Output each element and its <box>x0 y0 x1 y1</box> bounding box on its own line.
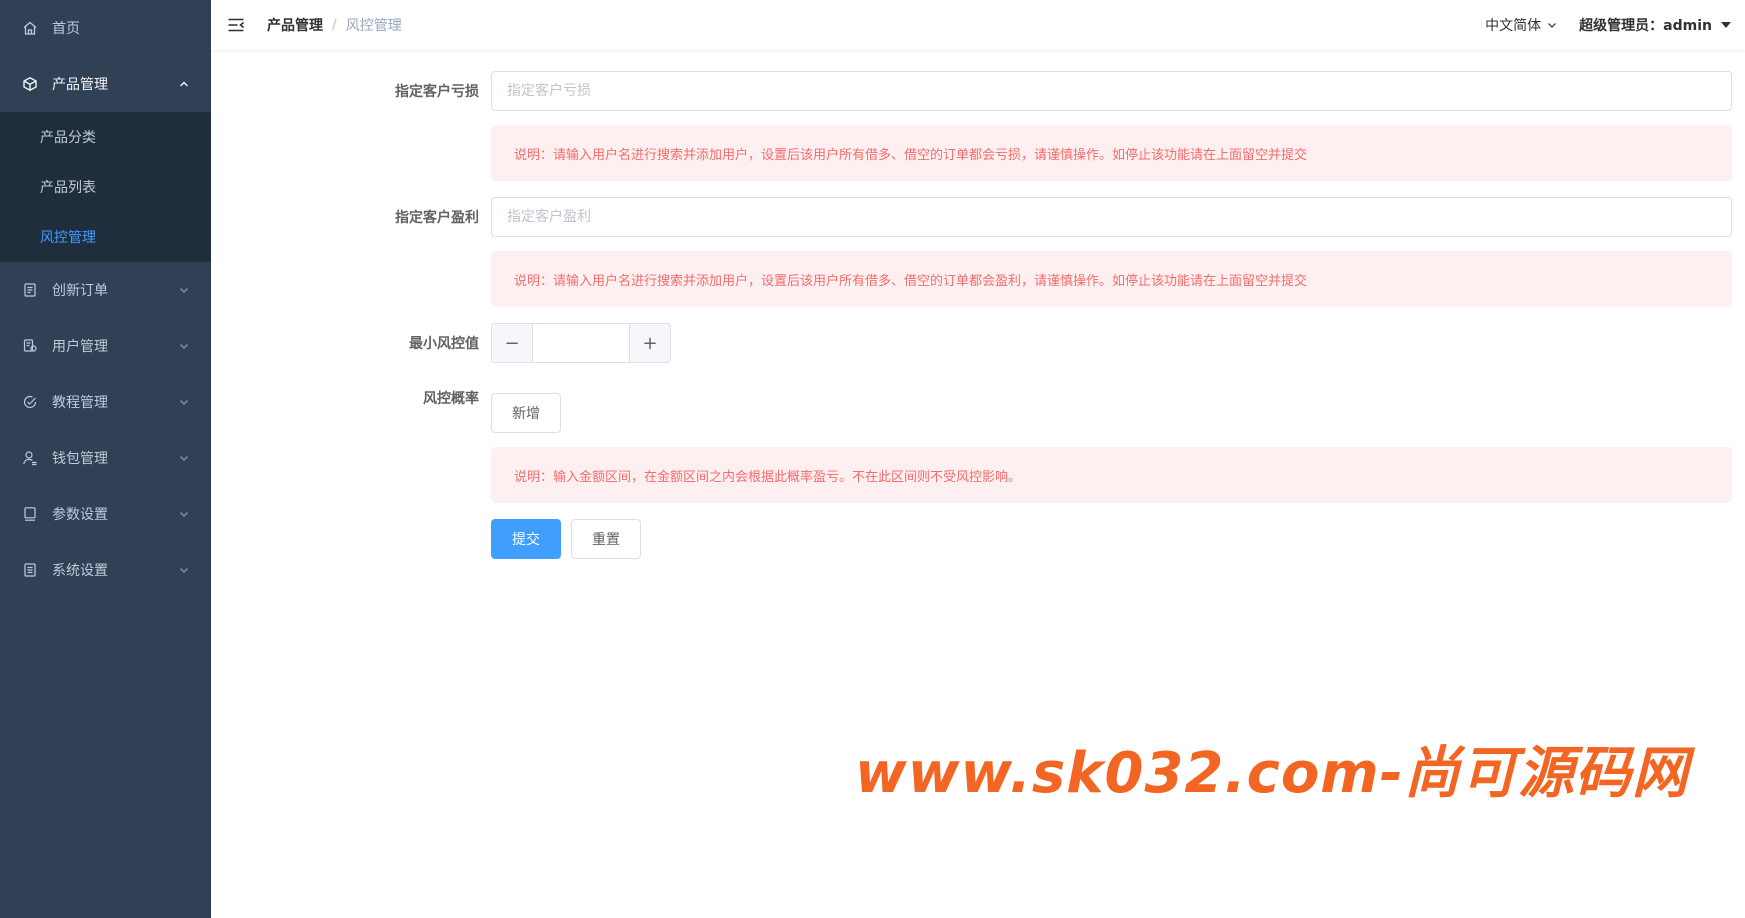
user-management-icon <box>22 338 38 354</box>
product-submenu: 产品分类 产品列表 风控管理 <box>0 112 211 262</box>
loss-customer-label: 指定客户亏损 <box>395 84 479 100</box>
caret-down-icon <box>1721 22 1731 28</box>
min-risk-value-input[interactable] <box>533 324 629 362</box>
rate-note-alert: 说明：输入金额区间，在金额区间之内会根据此概率盈亏。不在此区间则不受风控影响。 <box>491 447 1732 503</box>
sidebar: 首页 产品管理 产品分类 产品列表 风控管理 创新订单 用户管理 教程管理 钱包… <box>0 0 211 918</box>
sidebar-item-label: 创新订单 <box>52 283 108 299</box>
profit-note-text: 说明：请输入用户名进行搜索并添加用户，设置后该用户所有借多、借空的订单都会盈利，… <box>514 273 1308 289</box>
sidebar-item-label: 系统设置 <box>52 563 108 579</box>
breadcrumb-separator: / <box>332 17 337 33</box>
submit-button[interactable]: 提交 <box>491 519 561 559</box>
sidebar-item-wallet[interactable]: 钱包管理 <box>0 430 211 486</box>
decrement-button[interactable]: − <box>492 324 533 362</box>
home-icon <box>22 20 38 36</box>
hamburger-icon[interactable] <box>227 16 245 34</box>
chevron-up-icon <box>179 79 189 89</box>
tablet-icon <box>22 506 38 522</box>
loss-customer-input[interactable] <box>491 71 1732 111</box>
min-risk-value-stepper: − + <box>491 323 671 363</box>
language-label: 中文简体 <box>1485 18 1542 34</box>
sidebar-item-risk-control[interactable]: 风控管理 <box>0 212 211 262</box>
top-navbar: 产品管理 / 风控管理 中文简体 超级管理员：admin <box>211 0 1745 50</box>
cube-icon <box>22 76 38 92</box>
profit-customer-input[interactable] <box>491 197 1732 237</box>
sidebar-item-home[interactable]: 首页 <box>0 0 211 56</box>
sidebar-item-system[interactable]: 系统设置 <box>0 542 211 598</box>
increment-button[interactable]: + <box>629 324 670 362</box>
add-rate-button[interactable]: 新增 <box>491 393 561 433</box>
watermark: www.sk032.com-尚可源码网 <box>855 741 1689 806</box>
breadcrumb: 产品管理 / 风控管理 <box>267 15 402 35</box>
rate-note-text: 说明：输入金额区间，在金额区间之内会根据此概率盈亏。不在此区间则不受风控影响。 <box>514 469 1022 485</box>
user-name: 超级管理员：admin <box>1579 18 1712 34</box>
sidebar-item-label: 教程管理 <box>52 395 108 411</box>
risk-rate-label: 风控概率 <box>423 391 479 407</box>
chevron-down-icon <box>179 285 189 295</box>
profit-customer-label: 指定客户盈利 <box>395 210 479 226</box>
chevron-down-icon <box>179 397 189 407</box>
breadcrumb-current: 风控管理 <box>345 18 402 34</box>
loss-note-text: 说明：请输入用户名进行搜索并添加用户，设置后该用户所有借多、借空的订单都会亏损，… <box>514 147 1308 163</box>
sidebar-item-label: 用户管理 <box>52 339 108 355</box>
chevron-down-icon <box>179 341 189 351</box>
sidebar-item-params[interactable]: 参数设置 <box>0 486 211 542</box>
header-right: 中文简体 超级管理员：admin <box>1485 0 1731 50</box>
sidebar-item-label: 首页 <box>52 21 80 37</box>
chevron-down-icon <box>1547 20 1557 30</box>
chevron-down-icon <box>179 453 189 463</box>
sidebar-item-tutorials[interactable]: 教程管理 <box>0 374 211 430</box>
sidebar-item-label: 参数设置 <box>52 507 108 523</box>
sidebar-item-users[interactable]: 用户管理 <box>0 318 211 374</box>
min-risk-value-label: 最小风控值 <box>409 336 479 352</box>
chevron-down-icon <box>179 565 189 575</box>
chevron-down-icon <box>179 509 189 519</box>
reset-button[interactable]: 重置 <box>571 519 641 559</box>
document-icon <box>22 562 38 578</box>
sidebar-item-product-category[interactable]: 产品分类 <box>0 112 211 162</box>
profit-note-alert: 说明：请输入用户名进行搜索并添加用户，设置后该用户所有借多、借空的订单都会盈利，… <box>491 251 1732 307</box>
sidebar-item-label: 产品管理 <box>52 77 108 93</box>
sidebar-item-label: 钱包管理 <box>52 451 108 467</box>
sidebar-item-product-management[interactable]: 产品管理 <box>0 56 211 112</box>
loss-note-alert: 说明：请输入用户名进行搜索并添加用户，设置后该用户所有借多、借空的订单都会亏损，… <box>491 125 1732 181</box>
sidebar-item-orders[interactable]: 创新订单 <box>0 262 211 318</box>
document-list-icon <box>22 282 38 298</box>
user-icon <box>22 450 38 466</box>
language-selector[interactable]: 中文简体 <box>1485 15 1557 35</box>
sidebar-item-product-list[interactable]: 产品列表 <box>0 162 211 212</box>
breadcrumb-product-management[interactable]: 产品管理 <box>267 15 323 35</box>
user-dropdown[interactable]: 超级管理员：admin <box>1579 15 1731 35</box>
check-circle-icon <box>22 394 38 410</box>
